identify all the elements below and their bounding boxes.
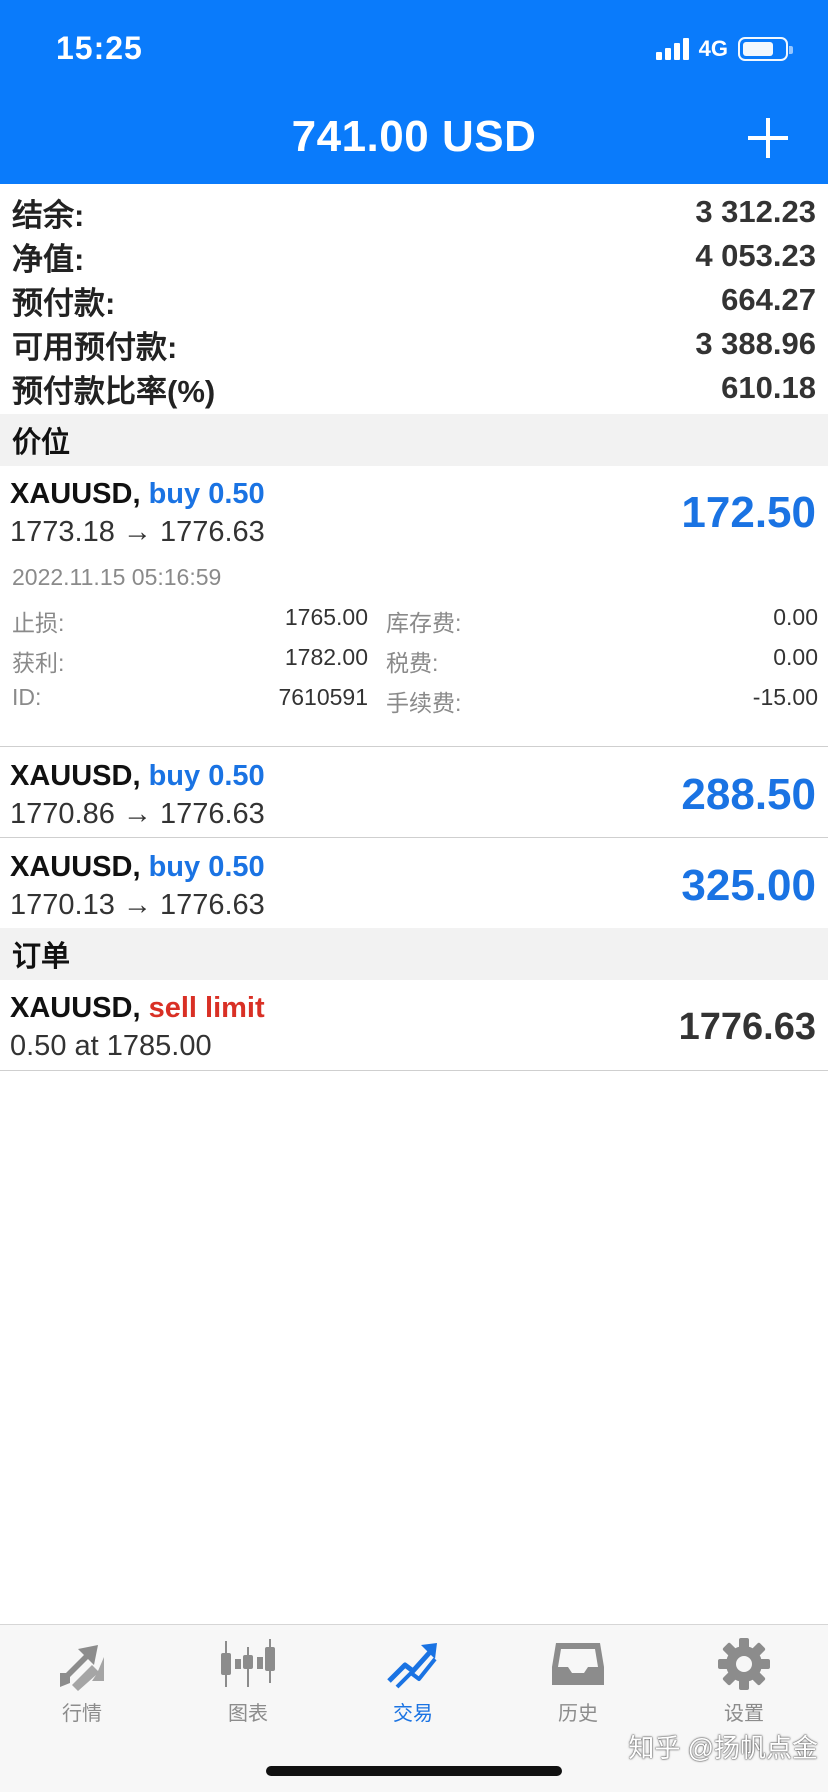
position-profit: 288.50	[681, 770, 816, 819]
position-row[interactable]: XAUUSD, buy 0.50 1770.13 → 1776.63 325.0…	[0, 839, 828, 929]
position-title: XAUUSD, buy 0.50	[10, 478, 265, 511]
detail-value: 1782.00	[284, 644, 368, 670]
order-side: sell limit	[148, 992, 265, 1024]
summary-label: 预付款比率(%)	[12, 373, 216, 409]
detail-row: 止损: 1765.00 库存费: 0.00	[12, 604, 818, 644]
position-title: XAUUSD, buy 0.50	[10, 851, 265, 884]
detail-row: ID: 7610591 手续费: -15.00	[12, 684, 818, 724]
battery-icon	[738, 37, 793, 61]
position-row[interactable]: XAUUSD, buy 0.50 1773.18 → 1776.63 172.5…	[0, 466, 828, 747]
orders-section-header: 订单	[0, 928, 828, 980]
summary-value: 4 053.23	[695, 238, 816, 273]
summary-value: 3 312.23	[695, 194, 816, 229]
summary-row-margin-level: 预付款比率(%) 610.18	[0, 366, 828, 410]
summary-label: 预付款:	[12, 285, 116, 321]
order-detail: 0.50 at 1785.00	[10, 1030, 212, 1062]
tab-settings[interactable]: 设置	[694, 1637, 794, 1726]
detail-label: ID:	[12, 684, 42, 710]
tab-charts[interactable]: 图表	[198, 1637, 298, 1726]
position-side: buy 0.50	[148, 478, 265, 510]
detail-value: 0.00	[773, 644, 818, 670]
detail-value: 0.00	[773, 604, 818, 630]
tab-history[interactable]: 历史	[528, 1637, 628, 1726]
tab-label: 历史	[558, 1703, 598, 1725]
position-prices: 1770.86 → 1776.63	[10, 798, 265, 830]
summary-label: 可用预付款:	[12, 329, 178, 365]
position-prices: 1770.13 → 1776.63	[10, 889, 265, 921]
summary-row-equity: 净值: 4 053.23	[0, 234, 828, 278]
position-profit: 325.00	[681, 861, 816, 910]
status-time: 15:25	[56, 30, 143, 66]
history-inbox-icon	[552, 1643, 604, 1685]
position-details: 止损: 1765.00 库存费: 0.00 获利: 1782.00 税费: 0.…	[12, 604, 818, 724]
tab-trade[interactable]: 交易	[363, 1637, 463, 1726]
position-side: buy 0.50	[148, 851, 265, 883]
order-row[interactable]: XAUUSD, sell limit 0.50 at 1785.00 1776.…	[0, 980, 828, 1071]
order-title: XAUUSD, sell limit	[10, 992, 265, 1025]
tab-label: 行情	[62, 1703, 102, 1725]
account-profit-title: 741.00 USD	[291, 112, 537, 161]
detail-value: -15.00	[752, 684, 818, 710]
detail-value: 7610591	[278, 684, 368, 710]
summary-row-margin: 预付款: 664.27	[0, 278, 828, 322]
signal-strength-icon	[655, 38, 689, 60]
position-title: XAUUSD, buy 0.50	[10, 760, 265, 793]
position-side: buy 0.50	[148, 760, 265, 792]
tab-label: 设置	[724, 1703, 764, 1725]
summary-label: 净值:	[12, 241, 85, 277]
detail-label: 止损:	[12, 610, 65, 636]
summary-label: 结余:	[12, 197, 85, 233]
account-summary: 结余: 3 312.23 净值: 4 053.23 预付款: 664.27 可用…	[0, 190, 828, 410]
tab-label: 图表	[228, 1703, 268, 1725]
position-open-time: 2022.11.15 05:16:59	[12, 564, 222, 590]
candlestick-chart-icon	[221, 1639, 275, 1687]
battery-level	[743, 42, 773, 56]
new-order-button[interactable]	[748, 118, 788, 158]
trade-trend-icon	[387, 1643, 437, 1689]
watermark-text: 知乎 @扬帆点金	[628, 1733, 818, 1763]
position-symbol: XAUUSD,	[10, 478, 141, 510]
order-price: 1776.63	[678, 1006, 816, 1048]
order-symbol: XAUUSD,	[10, 992, 141, 1024]
tab-label: 交易	[393, 1703, 433, 1725]
summary-value: 3 388.96	[695, 326, 816, 361]
position-row[interactable]: XAUUSD, buy 0.50 1770.86 → 1776.63 288.5…	[0, 748, 828, 838]
position-symbol: XAUUSD,	[10, 851, 141, 883]
summary-row-balance: 结余: 3 312.23	[0, 190, 828, 234]
positions-section-header: 价位	[0, 414, 828, 466]
home-indicator[interactable]	[266, 1766, 562, 1776]
detail-value: 1765.00	[284, 604, 368, 630]
detail-label: 手续费:	[386, 690, 462, 716]
detail-row: 获利: 1782.00 税费: 0.00	[12, 644, 818, 684]
network-type: 4G	[698, 36, 728, 61]
tab-quotes[interactable]: 行情	[32, 1637, 132, 1726]
detail-label: 获利:	[12, 650, 65, 676]
summary-row-free-margin: 可用预付款: 3 388.96	[0, 322, 828, 366]
position-prices: 1773.18 → 1776.63	[10, 516, 265, 548]
position-symbol: XAUUSD,	[10, 760, 141, 792]
quotes-arrows-icon	[60, 1645, 104, 1691]
top-bar: 15:25 4G 741.00 USD	[0, 0, 828, 184]
detail-label: 税费:	[386, 650, 439, 676]
position-profit: 172.50	[681, 488, 816, 537]
summary-value: 664.27	[721, 282, 816, 317]
settings-gear-icon	[718, 1638, 770, 1690]
detail-label: 库存费:	[386, 610, 462, 636]
status-icons: 4G	[655, 34, 793, 64]
summary-value: 610.18	[721, 370, 816, 405]
